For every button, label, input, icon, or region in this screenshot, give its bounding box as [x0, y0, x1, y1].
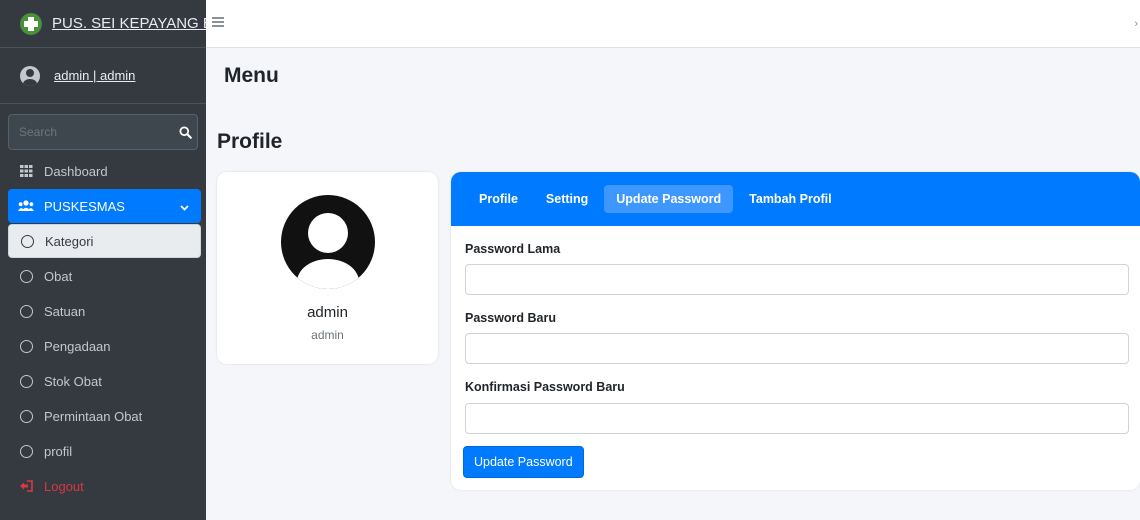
circle-icon	[18, 339, 34, 353]
sidebar-item-obat[interactable]: Obat	[8, 259, 201, 293]
fullscreen-expand-icon[interactable]: ›	[1134, 18, 1138, 30]
sidebar-item-label: Logout	[44, 478, 84, 494]
logout-icon	[18, 480, 34, 492]
confirm-password-label: Konfirmasi Password Baru	[465, 380, 625, 394]
circle-icon	[18, 409, 34, 423]
update-password-button[interactable]: Update Password	[463, 446, 584, 478]
circle-icon	[19, 234, 35, 248]
brand-link[interactable]: PUS. SEI KEPAYANG B.	[0, 0, 217, 48]
sidebar-item-satuan[interactable]: Satuan	[8, 294, 201, 328]
new-password-label: Password Baru	[465, 311, 557, 325]
sidebar-item-pengadaan[interactable]: Pengadaan	[8, 329, 201, 363]
chevron-down-icon	[180, 199, 189, 214]
tab-profile[interactable]: Profile	[467, 185, 530, 213]
sidebar-item-label: profil	[44, 443, 73, 459]
confirm-password-field[interactable]	[465, 403, 1129, 434]
profile-card: admin admin	[217, 172, 438, 364]
circle-icon	[18, 304, 34, 318]
profile-name: admin	[307, 304, 348, 321]
sidebar-item-profil[interactable]: profil	[8, 434, 201, 468]
sidebar-item-label: PUSKESMAS	[44, 198, 125, 214]
sidebar-item-label: Kategori	[45, 233, 94, 249]
page-title: Menu	[224, 64, 279, 87]
old-password-label: Password Lama	[465, 242, 561, 256]
top-navbar: ›	[206, 0, 1140, 48]
health-cross-logo-icon	[20, 12, 42, 35]
user-panel: admin | admin	[0, 48, 206, 104]
sidebar-item-puskesmas[interactable]: PUSKESMAS	[8, 189, 201, 223]
brand-title[interactable]: PUS. SEI KEPAYANG B.	[52, 15, 217, 32]
sidebar-item-stok-obat[interactable]: Stok Obat	[8, 364, 201, 398]
sidebar-item-label: Dashboard	[44, 163, 108, 179]
search-icon	[179, 125, 192, 139]
password-form-card: Profile Setting Update Password Tambah P…	[451, 172, 1140, 490]
sidebar-item-label: Pengadaan	[44, 338, 111, 354]
sidebar-item-kategori[interactable]: Kategori	[8, 224, 201, 258]
sidebar-item-label: Obat	[44, 268, 73, 284]
sidebar-nav: Dashboard PUSKESMAS Kategori Obat Satuan…	[0, 154, 206, 503]
sidebar-search	[8, 114, 198, 150]
old-password-field[interactable]	[465, 264, 1129, 295]
sidebar-item-dashboard[interactable]: Dashboard	[8, 154, 201, 188]
circle-icon	[18, 374, 34, 388]
sidebar: PUS. SEI KEPAYANG B. admin | admin Dashb…	[0, 0, 217, 520]
sidebar-item-label: Satuan	[44, 303, 86, 319]
user-name-link[interactable]: admin | admin	[54, 68, 135, 83]
sidebar-item-logout[interactable]: Logout	[8, 469, 201, 503]
search-button[interactable]	[174, 115, 197, 149]
search-input[interactable]	[9, 115, 174, 149]
section-heading: Profile	[217, 130, 283, 153]
user-avatar-icon	[20, 65, 40, 86]
users-icon	[18, 200, 34, 212]
new-password-field[interactable]	[465, 333, 1129, 364]
tab-setting[interactable]: Setting	[534, 185, 600, 213]
sidebar-item-label: Stok Obat	[44, 373, 102, 389]
sidebar-item-label: Permintaan Obat	[44, 408, 143, 424]
hamburger-menu-icon[interactable]	[212, 17, 224, 27]
profile-avatar-icon	[281, 195, 375, 289]
sidebar-item-permintaan-obat[interactable]: Permintaan Obat	[8, 399, 201, 433]
tabs-header: Profile Setting Update Password Tambah P…	[451, 172, 1140, 226]
tab-tambah-profil[interactable]: Tambah Profil	[737, 185, 843, 213]
dashboard-grid-icon	[18, 165, 34, 177]
profile-role: admin	[311, 328, 344, 342]
tab-update-password[interactable]: Update Password	[604, 185, 734, 213]
circle-icon	[18, 269, 34, 283]
circle-icon	[18, 444, 34, 458]
